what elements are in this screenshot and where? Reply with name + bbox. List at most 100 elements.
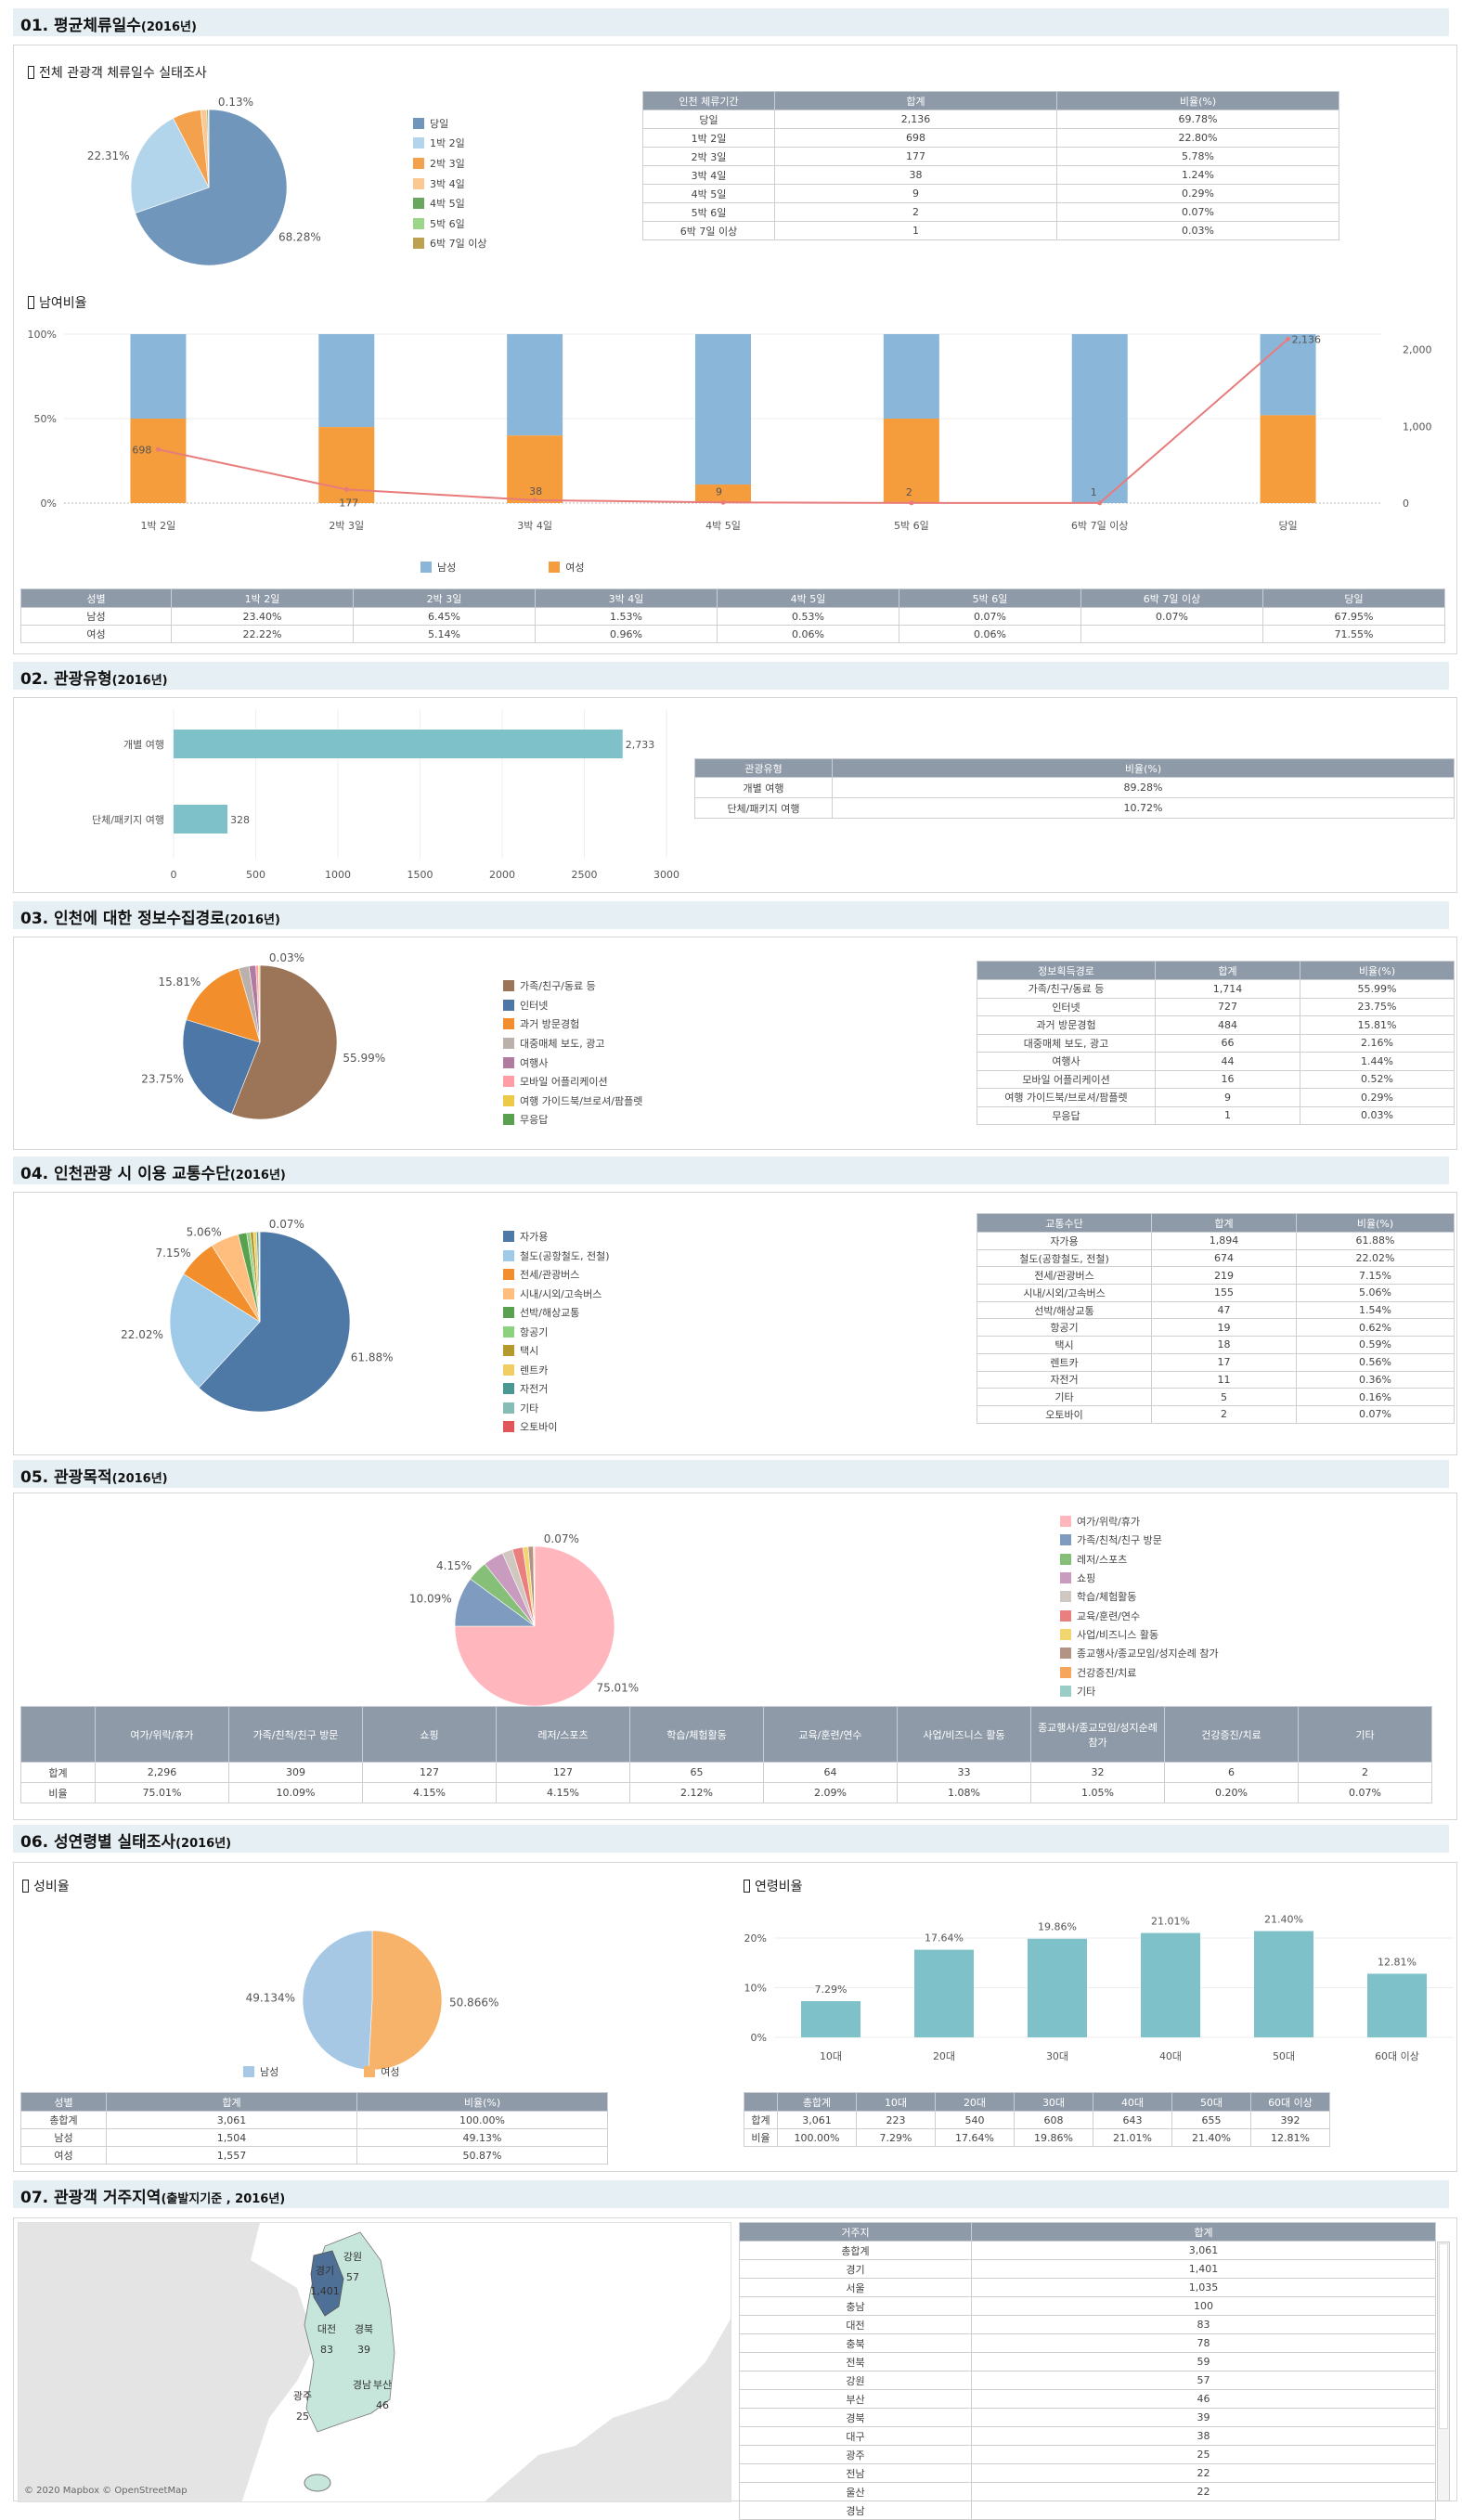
gender-stacked-bar-chart: 0%50%100%01,0002,0001박 2일2박 3일3박 4일4박 5일… (13, 316, 1457, 557)
chart-legend: 당일1박 2일2박 3일3박 4일4박 5일5박 6일6박 7일 이상 (413, 113, 486, 253)
table-cell: 5 (1152, 1389, 1297, 1406)
table-cell: 39 (972, 2409, 1436, 2427)
legend-item: 건강증진/치료 (1060, 1662, 1219, 1681)
table-cell: 자가용 (977, 1233, 1152, 1250)
category-label: 단체/패키지 여행 (92, 814, 164, 826)
section-title: 05. 관광목적 (20, 1468, 112, 1487)
collapse-icon[interactable] (744, 1880, 750, 1893)
legend-label: 1박 2일 (430, 136, 465, 150)
legend-swatch (1060, 1572, 1071, 1583)
legend-label: 모바일 어플리케이션 (520, 1074, 608, 1089)
table-cell: 2.09% (764, 1783, 898, 1803)
column-header: 학습/체험활동 (630, 1707, 764, 1763)
table-row: 2박 3일1775.78% (643, 148, 1339, 166)
column-header: 20대 (936, 2093, 1015, 2112)
data-table: 총합계10대20대30대40대50대60대 이상합계3,061223540608… (744, 2092, 1330, 2147)
table-cell: 5.14% (354, 626, 536, 643)
collapse-icon[interactable] (28, 296, 34, 309)
pie-data-label: 0.13% (218, 96, 253, 109)
data-table: 인천 체류기간합계비율(%)당일2,13669.78%1박 2일69822.80… (642, 91, 1339, 240)
table-cell: 2.12% (630, 1783, 764, 1803)
table-row: 남성1,50449.13% (21, 2129, 608, 2147)
table-row: 충북78 (740, 2334, 1436, 2353)
legend-label: 4박 5일 (430, 196, 465, 211)
table-cell: 남성 (21, 608, 172, 626)
legend-swatch (503, 1250, 514, 1261)
line-data-label: 2,136 (1292, 333, 1322, 345)
region-map[interactable]: 강원57경기1,401대전83경북39경남부산46광주25© 2020 Mapb… (18, 2222, 731, 2502)
table-cell: 0.59% (1297, 1337, 1455, 1354)
section-year: (2016년) (230, 1169, 286, 1182)
column-header: 성별 (21, 589, 172, 608)
legend-item: 과거 방문경험 (503, 1014, 642, 1034)
legend-item: 여행사 (503, 1053, 642, 1072)
table-cell: 89.28% (833, 778, 1455, 798)
legend-item: 여가/위락/휴가 (1060, 1512, 1219, 1531)
table-cell: 6 (1165, 1763, 1299, 1783)
legend-label: 택시 (520, 1343, 538, 1358)
legend-item: 종교행사/종교모임/성지순례 참가 (1060, 1644, 1219, 1662)
table-cell: 여행 가이드북/브로셔/팜플렛 (977, 1089, 1156, 1107)
table-row: 서울1,035 (740, 2279, 1436, 2297)
legend-swatch (503, 1288, 514, 1299)
column-header: 쇼핑 (363, 1707, 497, 1763)
collapse-icon[interactable] (22, 1880, 29, 1893)
table-cell: 5.78% (1057, 148, 1339, 166)
table-cell: 0.06% (899, 626, 1081, 643)
table-cell: 0.29% (1300, 1089, 1455, 1107)
legend-label: 시내/시외/고속버스 (520, 1286, 602, 1301)
table-header-row: 교통수단합계비율(%) (977, 1214, 1455, 1233)
table-row: 철도(공항철도, 전철)67422.02% (977, 1249, 1455, 1267)
legend-label: 건강증진/치료 (1077, 1665, 1136, 1680)
x-tick-label: 1500 (408, 869, 433, 881)
table-cell: 렌트카 (977, 1353, 1152, 1371)
chart-legend: 남성여성 (243, 2064, 400, 2079)
table-header-row: 정보획득경로합계비율(%) (977, 962, 1455, 980)
scrollbar-thumb[interactable] (1439, 2243, 1448, 2429)
table-cell: 1,504 (107, 2129, 357, 2147)
table-cell: 9 (775, 185, 1057, 203)
legend-label: 여행 가이드북/브로셔/팜플렛 (520, 1093, 642, 1108)
table-cell: 전남 (740, 2464, 972, 2483)
table-header-row: 여가/위락/휴가가족/친척/친구 방문쇼핑레저/스포츠학습/체험활동교육/훈련/… (21, 1707, 1432, 1763)
column-header: 관광유형 (695, 759, 833, 778)
section-title: 07. 관광객 거주지역 (20, 2189, 161, 2207)
map-region-value: 1,401 (310, 2285, 340, 2297)
table-cell: 18 (1152, 1337, 1297, 1354)
legend-item: 사업/비즈니스 활동 (1060, 1625, 1219, 1644)
line-point (909, 500, 913, 505)
bar-value-label: 12.81% (1378, 1956, 1417, 1968)
table-row: 경기1,401 (740, 2260, 1436, 2279)
table-cell: 59 (972, 2353, 1436, 2371)
column-header: 가족/친척/친구 방문 (229, 1707, 363, 1763)
line-point (344, 487, 349, 492)
bar (914, 1950, 974, 2037)
table-cell: 5.06% (1297, 1285, 1455, 1302)
table-cell: 충남 (740, 2297, 972, 2316)
legend-item: 5박 6일 (413, 213, 486, 234)
table-cell: 11 (1152, 1371, 1297, 1389)
table-cell: 대중매체 보도, 광고 (977, 1034, 1156, 1053)
table-row: 여행 가이드북/브로셔/팜플렛90.29% (977, 1089, 1455, 1107)
table-cell: 총합계 (21, 2112, 107, 2129)
legend-label: 기타 (520, 1401, 538, 1415)
table-cell: 1.05% (1031, 1783, 1165, 1803)
table-cell: 1.53% (536, 608, 718, 626)
section-header: 03. 인천에 대한 정보수집경로(2016년) (13, 901, 1449, 929)
table-cell: 10.72% (833, 798, 1455, 819)
subtitle-text: 남여비율 (39, 296, 87, 311)
table-cell: 전세/관광버스 (977, 1267, 1152, 1285)
table-cell: 3박 4일 (643, 166, 775, 185)
chart-legend: 남성여성 (420, 560, 585, 575)
y-tick-right: 0 (1403, 498, 1409, 510)
legend-label: 당일 (430, 116, 448, 131)
data-table: 정보획득경로합계비율(%)가족/친구/동료 등1,71455.99%인터넷727… (977, 961, 1455, 1125)
column-header: 거주지 (740, 2223, 972, 2242)
legend-item: 전세/관광버스 (503, 1265, 610, 1285)
table-cell (972, 2501, 1436, 2520)
table-cell: 2 (1152, 1405, 1297, 1423)
table-cell: 0.52% (1300, 1070, 1455, 1089)
table-cell: 남성 (21, 2129, 107, 2147)
table-cell: 100.00% (357, 2112, 608, 2129)
chart-subtitle: 성비율 (22, 1877, 70, 1895)
